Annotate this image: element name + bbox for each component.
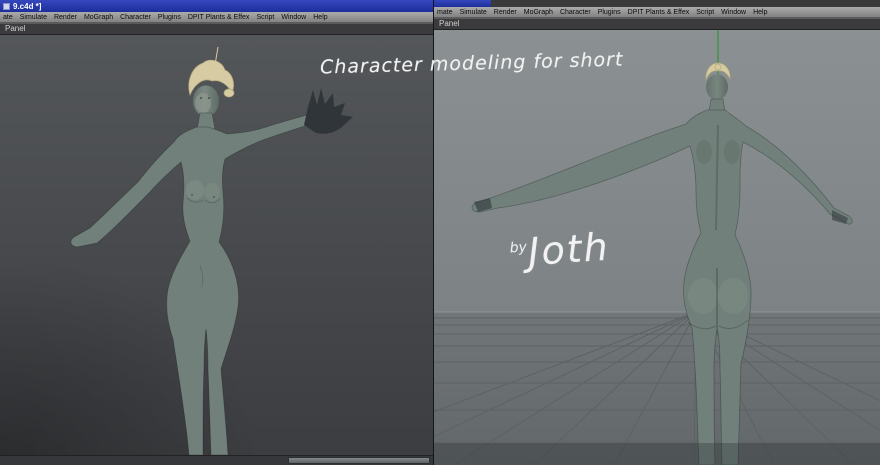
menu-item-character[interactable]: Character	[560, 9, 591, 16]
menu-item-simulate[interactable]: Simulate	[20, 14, 47, 21]
right-viewport[interactable]	[434, 30, 880, 465]
scrollbar-handle[interactable]	[288, 457, 430, 464]
right-viewport-render	[434, 30, 880, 465]
right-titlebar[interactable]	[434, 0, 491, 7]
left-hscrollbar[interactable]	[0, 455, 433, 465]
sky-background	[434, 30, 880, 312]
menu-item-dpit-plants-effex[interactable]: DPIT Plants & Effex	[628, 9, 690, 16]
right-menubar: mate Simulate Render MoGraph Character P…	[434, 7, 880, 18]
menu-item-help[interactable]: Help	[313, 14, 327, 21]
bottom-shade	[434, 443, 880, 465]
app-icon	[3, 2, 10, 10]
menu-item-render[interactable]: Render	[494, 9, 517, 16]
left-viewport-render	[0, 35, 433, 455]
menu-item-plugins[interactable]: Plugins	[598, 9, 621, 16]
menu-item-window[interactable]: Window	[721, 9, 746, 16]
menu-item-dpit-plants-effex[interactable]: DPIT Plants & Effex	[188, 14, 250, 21]
screen: 9.c4d *] ate Simulate Render MoGraph Cha…	[0, 0, 880, 465]
menu-item-render[interactable]: Render	[54, 14, 77, 21]
menu-item-mograph[interactable]: MoGraph	[524, 9, 553, 16]
right-tabbar: Panel	[434, 18, 880, 30]
panel-tab[interactable]: Panel	[439, 19, 459, 29]
menu-item-animate[interactable]: ate	[3, 14, 13, 21]
left-viewport[interactable]	[0, 35, 433, 455]
menu-item-mograph[interactable]: MoGraph	[84, 14, 113, 21]
left-window: 9.c4d *] ate Simulate Render MoGraph Cha…	[0, 0, 433, 465]
menu-item-help[interactable]: Help	[753, 9, 767, 16]
menu-item-simulate[interactable]: Simulate	[460, 9, 487, 16]
right-window: mate Simulate Render MoGraph Character P…	[433, 0, 880, 465]
menu-item-window[interactable]: Window	[281, 14, 306, 21]
menu-item-script[interactable]: Script	[256, 14, 274, 21]
menu-item-animate[interactable]: mate	[437, 9, 453, 16]
left-titlebar[interactable]: 9.c4d *]	[0, 0, 433, 12]
menu-item-script[interactable]: Script	[696, 9, 714, 16]
left-tabbar: Panel	[0, 23, 433, 35]
panel-tab[interactable]: Panel	[5, 24, 25, 34]
menu-item-character[interactable]: Character	[120, 14, 151, 21]
left-menubar: ate Simulate Render MoGraph Character Pl…	[0, 12, 433, 23]
window-title: 9.c4d *]	[13, 1, 42, 11]
menu-item-plugins[interactable]: Plugins	[158, 14, 181, 21]
